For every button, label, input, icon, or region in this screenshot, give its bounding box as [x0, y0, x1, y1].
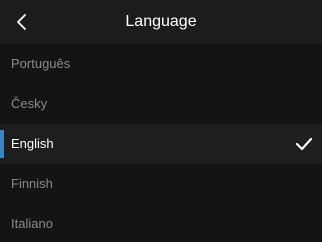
- language-item-finnish[interactable]: Finnish: [0, 164, 322, 204]
- language-item-italiano[interactable]: Italiano: [0, 204, 322, 242]
- language-label: English: [11, 136, 54, 151]
- language-screen: Language Português Česky English Finnish…: [0, 0, 322, 242]
- language-item-english[interactable]: English: [0, 124, 322, 164]
- language-label: Česky: [11, 96, 48, 111]
- language-item-cesky[interactable]: Česky: [0, 84, 322, 124]
- language-label: Português: [11, 56, 71, 71]
- check-icon: [295, 137, 313, 151]
- header-bar: Language: [0, 0, 322, 44]
- page-title: Language: [125, 13, 197, 30]
- language-label: Finnish: [11, 176, 53, 191]
- language-list: Português Česky English Finnish Italiano: [0, 44, 322, 242]
- language-item-portugues[interactable]: Português: [0, 44, 322, 84]
- language-label: Italiano: [11, 216, 53, 231]
